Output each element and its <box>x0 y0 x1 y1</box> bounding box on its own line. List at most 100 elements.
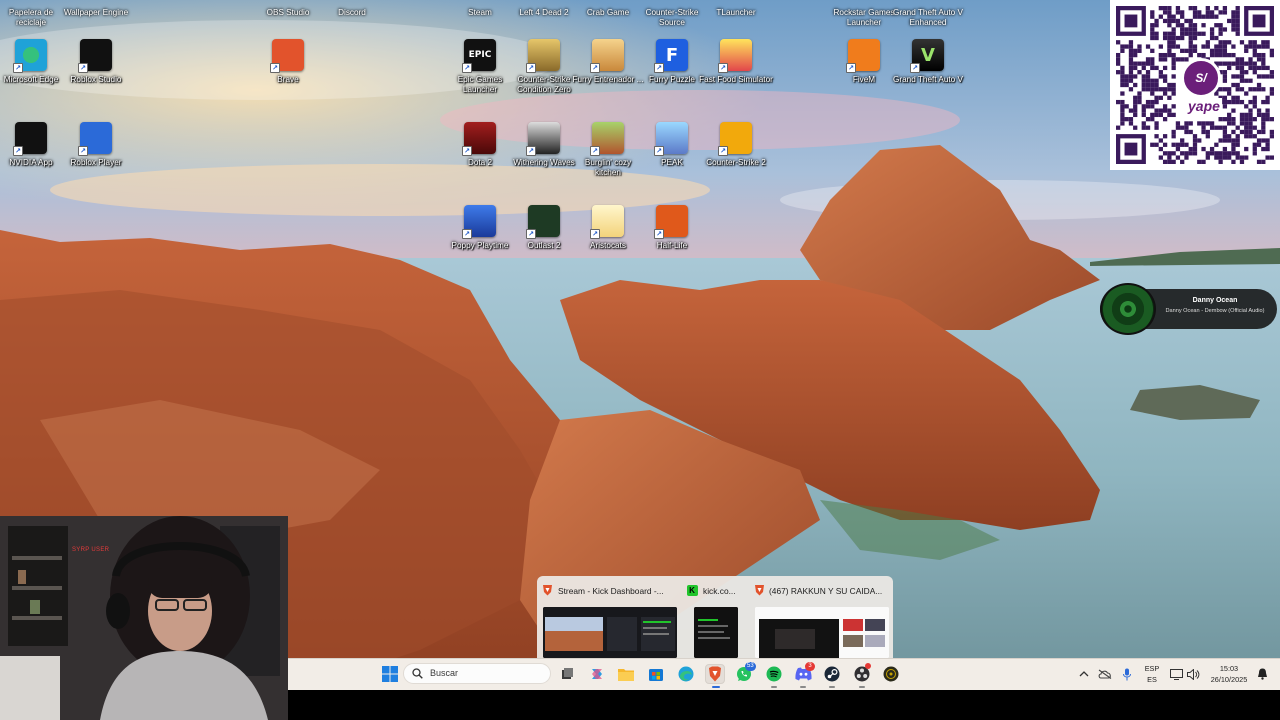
desktop-shortcut[interactable]: ↗ Roblox Studio <box>61 39 131 117</box>
edge-button[interactable] <box>676 664 696 684</box>
preview-window-title-1[interactable]: Stream - Kick Dashboard -... <box>558 586 678 596</box>
shortcut-arrow-icon: ↗ <box>590 63 600 73</box>
store-icon <box>649 669 663 681</box>
running-indicator <box>829 686 835 688</box>
desktop-shortcut-label: Burglin' cozy kitchen <box>584 158 632 177</box>
desktop-shortcut[interactable]: F ↗ Furry Puzzle <box>637 39 707 117</box>
steam-button[interactable] <box>822 664 842 684</box>
input-language[interactable]: ESP <box>1140 664 1164 673</box>
copilot-icon <box>592 669 602 679</box>
brave-taskbar-button[interactable] <box>705 664 725 684</box>
edge-icon: ↗ <box>13 39 47 73</box>
shortcut-arrow-icon: ↗ <box>910 63 920 73</box>
microphone-icon <box>1123 668 1131 680</box>
desktop-shortcut[interactable]: ↗ Poppy Playtime <box>445 205 515 283</box>
desktop-shortcut-label[interactable]: Left 4 Dead 2 <box>507 8 581 18</box>
volume-button[interactable] <box>1183 664 1203 684</box>
desktop-shortcut-label[interactable]: Rockstar Games Launcher <box>827 8 901 27</box>
desktop-shortcut[interactable]: ↗ Half-Life <box>637 205 707 283</box>
preview-thumbnail-kick-dashboard[interactable] <box>543 607 677 658</box>
desktop-shortcut[interactable]: ↗ Fast Food Simulator <box>699 39 773 117</box>
onedrive-button[interactable] <box>1095 664 1115 684</box>
show-hidden-icons-button[interactable] <box>1074 664 1094 684</box>
folder-icon <box>618 669 634 681</box>
desktop-shortcut[interactable]: ↗ Dota 2 <box>445 122 515 200</box>
gta-v-glyph: V <box>921 44 935 66</box>
spotify-button[interactable] <box>764 664 784 684</box>
desktop-shortcut-label: Epic Games Launcher <box>457 75 503 94</box>
desktop-shortcut-label[interactable]: Counter-Strike Source <box>635 8 709 27</box>
desktop-shortcut[interactable]: EPIC ↗ Epic Games Launcher <box>445 39 515 117</box>
dota-2-icon: ↗ <box>462 122 496 156</box>
copilot-button[interactable] <box>587 664 607 684</box>
speaker-icon <box>1186 668 1199 680</box>
shortcut-arrow-icon: ↗ <box>13 146 23 156</box>
clock-date[interactable]: 26/10/2025 <box>1206 675 1252 684</box>
desktop-shortcut[interactable]: ↗ Counter-Strike Condition Zero <box>509 39 579 117</box>
desktop-shortcut[interactable]: ↗ Microsoft Edge <box>0 39 66 117</box>
start-button[interactable] <box>380 664 400 684</box>
running-indicator <box>859 686 865 688</box>
shortcut-arrow-icon: ↗ <box>78 63 88 73</box>
shortcut-arrow-icon: ↗ <box>78 146 88 156</box>
desktop-shortcut[interactable]: ↗ Counter-Strike 2 <box>701 122 771 200</box>
music-disc-icon <box>883 666 899 682</box>
roblox-player-icon: ↗ <box>78 122 112 156</box>
shortcut-arrow-icon: ↗ <box>590 146 600 156</box>
preview-thumbnail-kick[interactable] <box>694 607 738 658</box>
desktop-shortcut-label: Roblox Studio <box>70 75 122 84</box>
keyboard-layout[interactable]: ES <box>1140 675 1164 684</box>
taskbar-search-box[interactable] <box>403 663 551 684</box>
desktop-shortcut[interactable]: V ↗ Grand Theft Auto V <box>893 39 963 117</box>
running-indicator <box>800 686 806 688</box>
network-monitor-icon <box>1169 668 1183 680</box>
shortcut-arrow-icon: ↗ <box>718 63 728 73</box>
cloud-offline-icon <box>1098 669 1112 679</box>
desktop-shortcut-label[interactable]: TLauncher <box>699 8 773 18</box>
desktop-shortcut-label[interactable]: Grand Theft Auto V Enhanced <box>891 8 965 27</box>
half-life-icon: ↗ <box>654 205 688 239</box>
file-explorer-button[interactable] <box>616 664 636 684</box>
yape-qr-code: S/ yape <box>1110 0 1280 170</box>
shortcut-arrow-icon: ↗ <box>846 63 856 73</box>
shortcut-arrow-icon: ↗ <box>526 229 536 239</box>
desktop-shortcut[interactable]: ↗ Aristocats <box>573 205 643 283</box>
task-view-button[interactable] <box>557 664 577 684</box>
notifications-button[interactable] <box>1252 664 1272 684</box>
desktop-shortcut[interactable]: ↗ PEAK <box>637 122 707 200</box>
desktop-shortcut-label[interactable]: Crab Game <box>571 8 645 18</box>
desktop-shortcut[interactable]: ↗ Outlast 2 <box>509 205 579 283</box>
desktop-shortcut-label: Roblox Player <box>70 158 122 167</box>
brave-icon <box>541 584 553 596</box>
now-playing-track: Danny Ocean - Dembow (Official Audio) <box>1165 308 1265 314</box>
roblox-studio-icon: ↗ <box>78 39 112 73</box>
desktop-shortcut[interactable]: ↗ FiveM <box>829 39 899 117</box>
desktop-shortcut-label[interactable]: Wallpaper Engine <box>59 8 133 18</box>
desktop-shortcut[interactable]: ↗ Withering Waves <box>509 122 579 200</box>
preview-window-title-3[interactable]: (467) RAKKUN Y SU CAIDA... <box>769 586 889 596</box>
obs-recording-dot <box>865 663 871 669</box>
desktop-shortcut[interactable]: ↗ Furry Entrenador ... <box>573 39 644 117</box>
desktop-shortcut[interactable]: ↗ NVIDIA App <box>0 122 66 200</box>
desktop-shortcut-label: Furry Puzzle <box>649 75 695 84</box>
desktop-shortcut-label[interactable]: Steam <box>443 8 517 18</box>
webcam-username-label: SYRP USER <box>72 547 110 553</box>
microphone-button[interactable] <box>1117 664 1137 684</box>
vinyl-player-button[interactable] <box>881 664 901 684</box>
shortcut-arrow-icon: ↗ <box>526 146 536 156</box>
desktop-shortcut[interactable]: ↗ Roblox Player <box>61 122 131 200</box>
desktop-shortcut[interactable]: ↗ Brave <box>253 39 323 117</box>
desktop-shortcut-label[interactable]: Discord <box>315 8 389 18</box>
whatsapp-unread-badge: 53 <box>745 662 756 671</box>
fast-food-icon: ↗ <box>718 39 752 73</box>
cs-condition-zero-icon: ↗ <box>526 39 560 73</box>
desktop-shortcut[interactable]: ↗ Burglin' cozy kitchen <box>573 122 643 200</box>
desktop-shortcut-label[interactable]: Papelera de reciclaje <box>0 8 68 27</box>
desktop-shortcut-label[interactable]: OBS Studio <box>251 8 325 18</box>
desktop-shortcut-label: PEAK <box>661 158 683 167</box>
preview-thumbnail-youtube[interactable] <box>755 607 889 658</box>
preview-window-title-2[interactable]: kick.co... <box>703 586 747 596</box>
clock-time[interactable]: 15:03 <box>1206 664 1252 673</box>
withering-waves-icon: ↗ <box>526 122 560 156</box>
microsoft-store-button[interactable] <box>646 664 666 684</box>
